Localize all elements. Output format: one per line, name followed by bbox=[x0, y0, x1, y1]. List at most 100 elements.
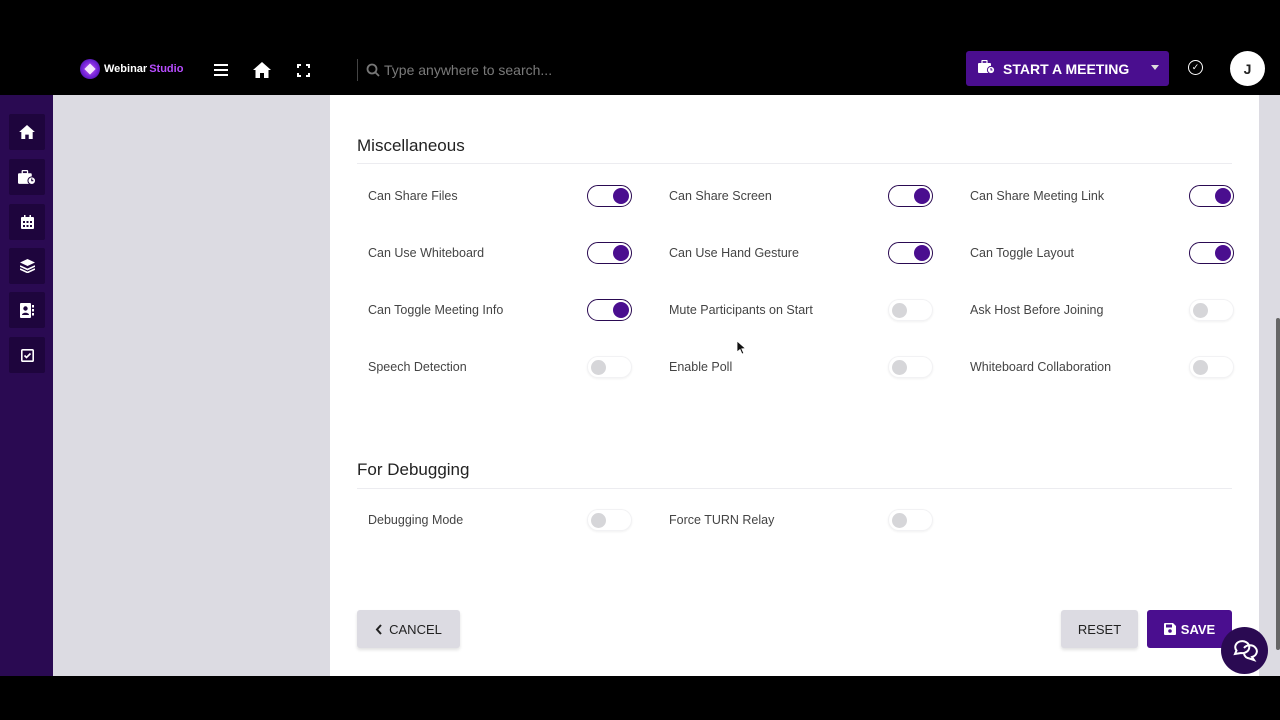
app-logo[interactable]: Webinar Studio bbox=[80, 59, 183, 79]
chat-support-button[interactable] bbox=[1221, 627, 1268, 674]
setting-row: Can Share Screen bbox=[669, 185, 933, 209]
checkbox-icon bbox=[20, 348, 34, 362]
setting-row: Debugging Mode bbox=[368, 509, 632, 533]
setting-toggle[interactable] bbox=[888, 185, 933, 207]
mouse-cursor bbox=[736, 340, 747, 360]
user-avatar[interactable]: J bbox=[1230, 51, 1265, 86]
toggle-knob bbox=[892, 303, 907, 318]
toggle-knob bbox=[613, 302, 629, 318]
chat-bubbles-icon bbox=[1232, 639, 1258, 662]
setting-row: Ask Host Before Joining bbox=[970, 299, 1234, 323]
toggle-knob bbox=[1193, 360, 1208, 375]
setting-row: Can Share Files bbox=[368, 185, 632, 209]
toggle-knob bbox=[613, 188, 629, 204]
setting-label: Can Share Screen bbox=[669, 189, 772, 203]
cancel-button[interactable]: CANCEL bbox=[357, 610, 460, 648]
briefcase-clock-icon bbox=[978, 59, 996, 77]
setting-toggle[interactable] bbox=[1189, 356, 1234, 378]
setting-toggle[interactable] bbox=[888, 509, 933, 531]
setting-label: Ask Host Before Joining bbox=[970, 303, 1104, 317]
setting-row: Speech Detection bbox=[368, 356, 632, 380]
toggle-knob bbox=[613, 245, 629, 261]
setting-toggle[interactable] bbox=[888, 242, 933, 264]
setting-toggle[interactable] bbox=[888, 299, 933, 321]
logo-mark-icon bbox=[80, 59, 100, 79]
sidebar-item-calendar[interactable] bbox=[9, 204, 45, 240]
setting-toggle[interactable] bbox=[587, 185, 632, 207]
search-bar[interactable] bbox=[366, 57, 604, 83]
logo-text-webinar: Webinar bbox=[104, 63, 148, 75]
setting-label: Can Toggle Layout bbox=[970, 246, 1075, 260]
setting-toggle[interactable] bbox=[587, 299, 632, 321]
setting-row: Can Use Hand Gesture bbox=[669, 242, 933, 266]
toggle-knob bbox=[914, 188, 930, 204]
search-input[interactable] bbox=[384, 62, 604, 78]
search-divider bbox=[357, 59, 358, 81]
setting-toggle[interactable] bbox=[1189, 299, 1234, 321]
search-icon bbox=[366, 63, 380, 77]
section-title-miscellaneous: Miscellaneous bbox=[357, 136, 465, 155]
cancel-label: CANCEL bbox=[389, 621, 442, 637]
section-divider bbox=[357, 163, 1232, 164]
toggle-knob bbox=[1215, 188, 1231, 204]
toggle-knob bbox=[914, 245, 930, 261]
setting-row: Mute Participants on Start bbox=[669, 299, 933, 323]
setting-label: Speech Detection bbox=[368, 360, 467, 374]
setting-row: Force TURN Relay bbox=[669, 509, 933, 533]
setting-row: Can Share Meeting Link bbox=[970, 185, 1234, 209]
setting-toggle[interactable] bbox=[888, 356, 933, 378]
sidebar bbox=[0, 95, 53, 676]
toggle-knob bbox=[1193, 303, 1208, 318]
setting-row: Enable Poll bbox=[669, 356, 933, 380]
briefcase-clock-icon bbox=[18, 169, 36, 185]
sidebar-item-tasks[interactable] bbox=[9, 337, 45, 373]
setting-label: Debugging Mode bbox=[368, 513, 464, 527]
start-meeting-button[interactable]: START A MEETING bbox=[966, 51, 1169, 86]
sidebar-item-home[interactable] bbox=[9, 114, 45, 150]
setting-toggle[interactable] bbox=[1189, 185, 1234, 207]
setting-row: Can Use Whiteboard bbox=[368, 242, 632, 266]
reset-label: RESET bbox=[1077, 621, 1122, 637]
sidebar-item-meetings[interactable] bbox=[9, 159, 45, 195]
bottom-bar bbox=[0, 676, 1280, 720]
section-title-debugging: For Debugging bbox=[357, 460, 470, 479]
setting-label: Whiteboard Collaboration bbox=[970, 360, 1112, 374]
setting-toggle[interactable] bbox=[587, 356, 632, 378]
setting-label: Can Toggle Meeting Info bbox=[368, 303, 504, 317]
setting-row: Can Toggle Meeting Info bbox=[368, 299, 632, 323]
settings-panel: Miscellaneous Can Share Files Can Share S… bbox=[330, 95, 1259, 676]
setting-toggle[interactable] bbox=[587, 242, 632, 264]
toggle-knob bbox=[591, 513, 606, 528]
toggle-knob bbox=[892, 513, 907, 528]
hamburger-menu-icon[interactable] bbox=[209, 58, 233, 82]
layers-icon bbox=[19, 259, 35, 273]
left-panel bbox=[53, 95, 330, 676]
save-label: SAVE bbox=[1180, 621, 1216, 637]
reset-button[interactable]: RESET bbox=[1061, 610, 1138, 648]
top-navbar: Webinar Studio START A MEETING ✓ J bbox=[0, 45, 1280, 95]
check-circle-icon[interactable]: ✓ bbox=[1188, 60, 1203, 75]
setting-toggle[interactable] bbox=[1189, 242, 1234, 264]
calendar-icon bbox=[20, 215, 34, 229]
contact-book-icon bbox=[20, 302, 34, 318]
section-divider bbox=[357, 488, 1232, 489]
setting-label: Force TURN Relay bbox=[669, 513, 775, 527]
home-icon bbox=[19, 125, 35, 139]
toggle-knob bbox=[591, 360, 606, 375]
toggle-knob bbox=[1215, 245, 1231, 261]
setting-label: Mute Participants on Start bbox=[669, 303, 813, 317]
toggle-knob bbox=[892, 360, 907, 375]
home-icon[interactable] bbox=[250, 58, 274, 82]
setting-label: Can Share Meeting Link bbox=[970, 189, 1105, 203]
setting-toggle[interactable] bbox=[587, 509, 632, 531]
fullscreen-icon[interactable] bbox=[291, 58, 315, 82]
chevron-down-icon[interactable] bbox=[1151, 65, 1159, 70]
setting-row: Whiteboard Collaboration bbox=[970, 356, 1234, 380]
sidebar-item-contacts[interactable] bbox=[9, 292, 45, 328]
sidebar-item-layers[interactable] bbox=[9, 248, 45, 284]
setting-row: Can Toggle Layout bbox=[970, 242, 1234, 266]
setting-label: Can Use Hand Gesture bbox=[669, 246, 799, 260]
scrollbar-thumb[interactable] bbox=[1276, 318, 1280, 650]
save-button[interactable]: SAVE bbox=[1147, 610, 1232, 648]
chevron-left-icon bbox=[375, 623, 382, 635]
